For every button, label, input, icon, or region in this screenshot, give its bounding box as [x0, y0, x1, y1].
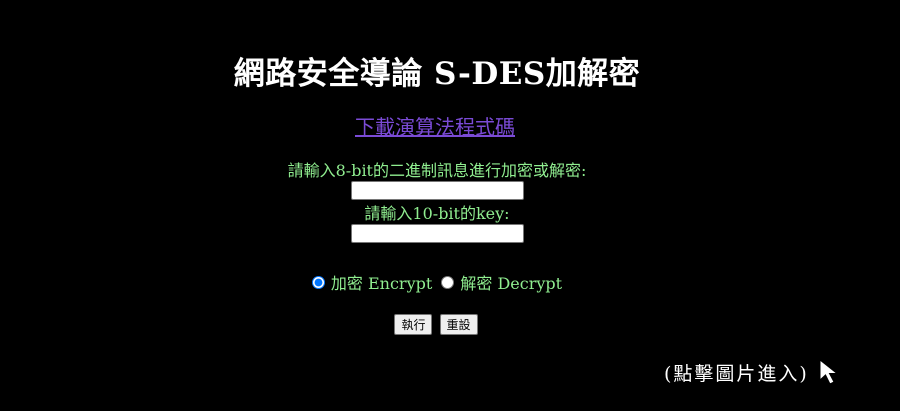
- key-label: 請輸入10-bit的key:: [364, 204, 510, 223]
- download-code-link[interactable]: 下載演算法程式碼: [0, 111, 870, 140]
- encrypt-label: 加密 Encrypt: [330, 274, 433, 293]
- form-buttons: 執行 重設: [0, 314, 872, 335]
- page: 網路安全導論 S-DES加解密 下載演算法程式碼 請輸入8-bit的二進制訊息進…: [0, 0, 900, 411]
- decrypt-radio[interactable]: [441, 275, 455, 289]
- mode-selector: 加密 Encrypt 解密 Decrypt: [0, 270, 874, 294]
- reset-button[interactable]: 重設: [439, 314, 478, 335]
- message-input[interactable]: [350, 181, 524, 200]
- enter-image-link[interactable]: (點擊圖片進入): [664, 358, 843, 386]
- cursor-arrow-icon: [819, 358, 839, 385]
- encrypt-radio[interactable]: [311, 275, 325, 289]
- decrypt-option[interactable]: 解密 Decrypt: [441, 270, 562, 294]
- sdes-form: 請輸入8-bit的二進制訊息進行加密或解密: 請輸入10-bit的key:: [0, 160, 874, 243]
- encrypt-option[interactable]: 加密 Encrypt: [311, 270, 433, 294]
- message-label: 請輸入8-bit的二進制訊息進行加密或解密:: [287, 161, 587, 180]
- enter-hint-text: (點擊圖片進入): [664, 362, 809, 385]
- decrypt-label: 解密 Decrypt: [460, 274, 563, 293]
- key-input[interactable]: [350, 224, 524, 243]
- page-title: 網路安全導論 S-DES加解密: [233, 56, 641, 92]
- submit-button[interactable]: 執行: [394, 314, 433, 335]
